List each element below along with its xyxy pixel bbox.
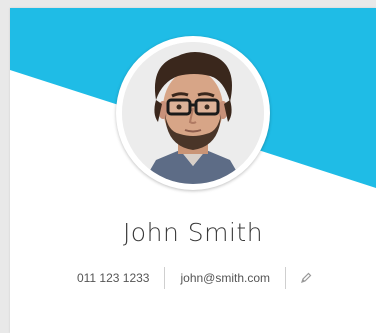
profile-name: John Smith [122,218,264,247]
email-address[interactable]: john@smith.com [165,271,285,285]
contact-row: 011 123 1233 john@smith.com [10,266,376,290]
avatar[interactable] [116,36,270,190]
phone-number[interactable]: 011 123 1233 [62,271,165,285]
edit-button[interactable] [286,272,324,284]
profile-photo [122,42,264,184]
profile-card: John Smith 011 123 1233 john@smith.com [10,8,376,333]
pencil-icon [301,272,312,283]
